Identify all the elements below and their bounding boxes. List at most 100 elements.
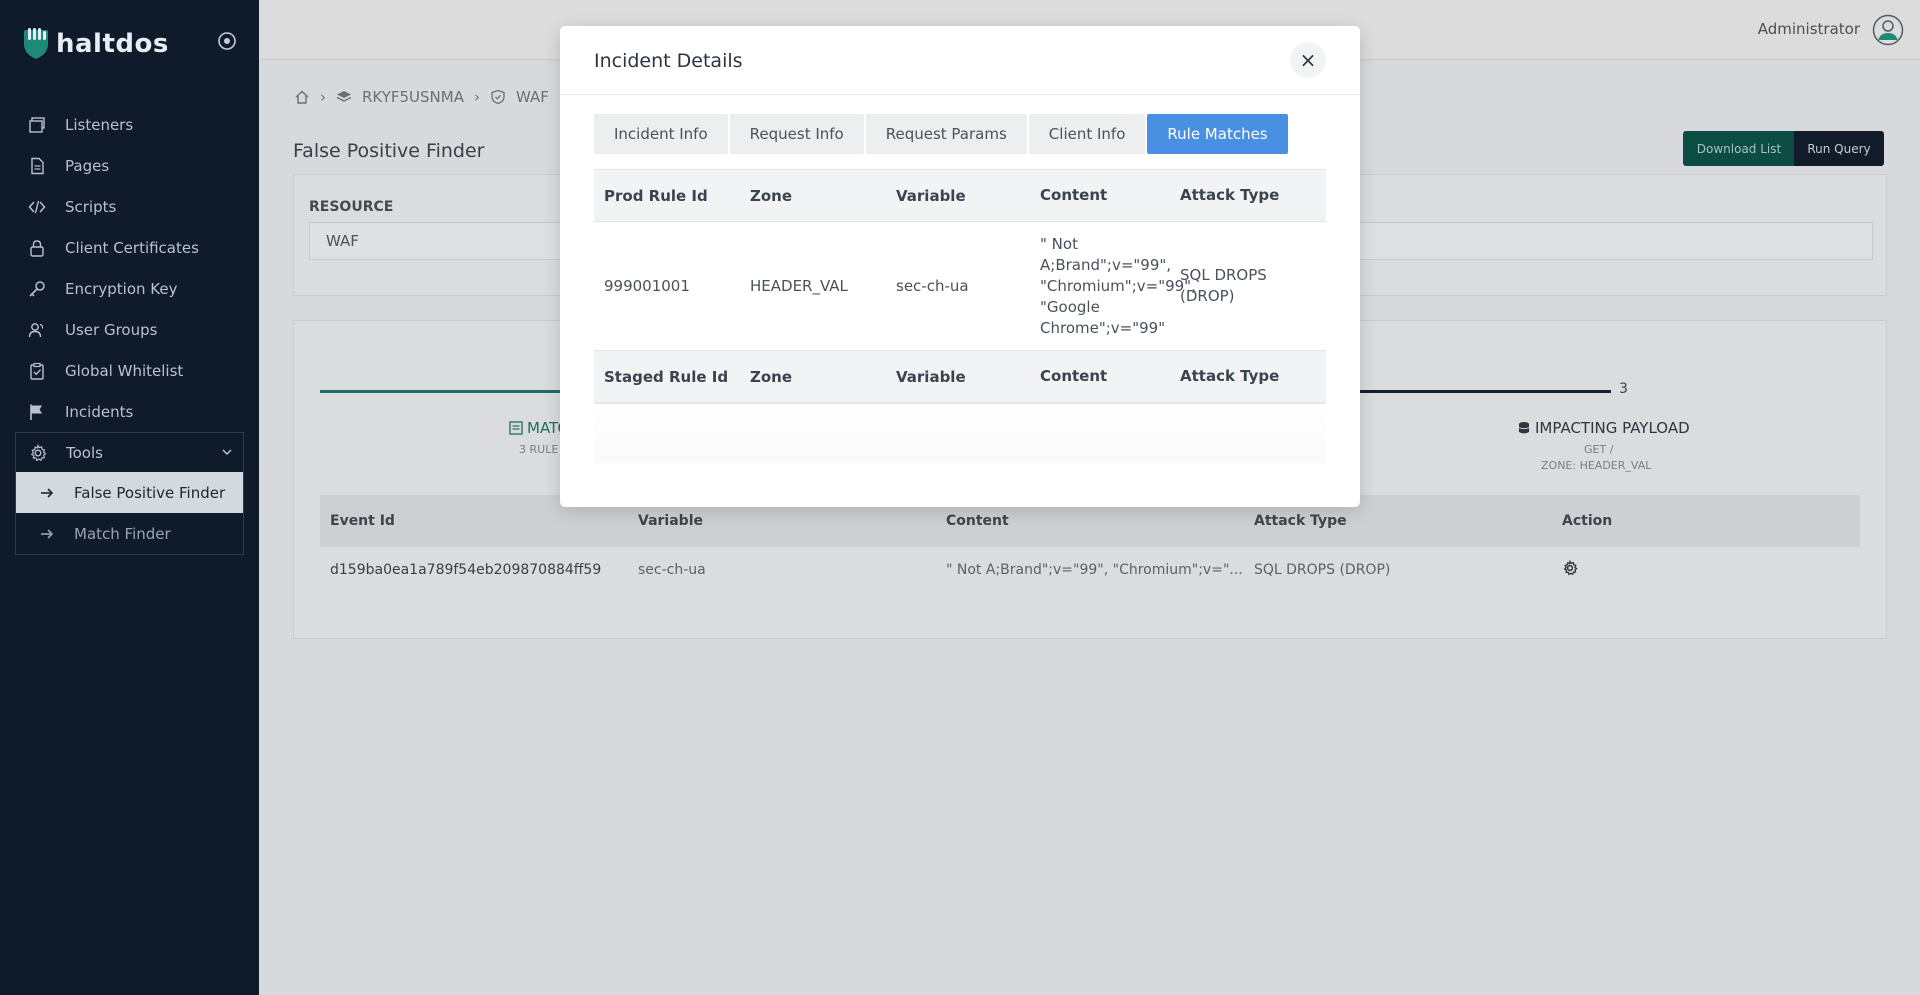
- page-title: False Positive Finder: [293, 140, 485, 162]
- step-number: 3: [1619, 381, 1628, 397]
- resource-label: RESOURCE: [309, 199, 394, 215]
- sidebar-item-user-groups[interactable]: User Groups: [15, 309, 244, 350]
- col-header: Event Id: [330, 513, 395, 529]
- sidebar-item-incidents[interactable]: Incidents: [15, 391, 244, 432]
- step-matches[interactable]: MATC: [509, 419, 568, 437]
- col-header: Variable: [896, 186, 966, 205]
- user-avatar-icon[interactable]: [1872, 14, 1904, 46]
- breadcrumb-item-cluster[interactable]: RKYF5USNMA: [362, 88, 464, 106]
- content-line: A;Brand";v="99",: [1040, 255, 1172, 274]
- flag-icon: [30, 404, 42, 420]
- sidebar-item-label: Tools: [66, 443, 103, 462]
- settings-gear-icon[interactable]: [1562, 559, 1578, 576]
- file-icon: [31, 157, 44, 174]
- gear-icon: [30, 443, 47, 461]
- sidebar-subitem-match-finder[interactable]: Match Finder: [16, 513, 243, 554]
- col-header: Content: [946, 513, 1009, 529]
- run-query-button[interactable]: Run Query: [1794, 131, 1884, 166]
- col-header: Attack Type: [1254, 513, 1347, 529]
- breadcrumb: › RKYF5USNMA › WAF: [294, 88, 549, 106]
- sidebar-item-listeners[interactable]: Listeners: [15, 104, 244, 145]
- database-icon: [1518, 422, 1530, 434]
- events-table: Event Id Variable Content Attack Type Ac…: [320, 495, 1860, 593]
- lock-icon: [30, 239, 44, 257]
- sidebar-item-pages[interactable]: Pages: [15, 145, 244, 186]
- step-impacting-payload[interactable]: IMPACTING PAYLOAD: [1517, 419, 1690, 437]
- content-line: "Chromium";v="99",: [1040, 276, 1196, 295]
- col-header: Content: [1040, 367, 1108, 385]
- window-stack-icon: [29, 116, 45, 133]
- col-header: Variable: [638, 513, 703, 529]
- step-impacting-method: GET /: [1584, 443, 1614, 456]
- key-icon: [29, 280, 45, 297]
- sidebar-item-global-whitelist[interactable]: Global Whitelist: [15, 350, 244, 391]
- user-name[interactable]: Administrator: [1758, 20, 1860, 38]
- download-list-button[interactable]: Download List: [1683, 131, 1795, 166]
- sidebar-tools-group: Tools False Positive Finder Match Finder: [15, 432, 244, 555]
- sidebar-item-label: User Groups: [65, 320, 158, 339]
- sidebar-subitem-false-positive-finder[interactable]: False Positive Finder: [16, 472, 243, 513]
- sidebar-item-client-certificates[interactable]: Client Certificates: [15, 227, 244, 268]
- sidebar-subitem-label: False Positive Finder: [74, 483, 226, 502]
- breadcrumb-item-waf[interactable]: WAF: [516, 88, 549, 106]
- sidebar-item-label: Scripts: [65, 197, 117, 216]
- tab-client-info[interactable]: Client Info: [1028, 114, 1146, 154]
- tab-rule-matches[interactable]: Rule Matches: [1147, 114, 1288, 154]
- sidebar-item-scripts[interactable]: Scripts: [15, 186, 244, 227]
- sidebar-item-label: Encryption Key: [65, 279, 178, 298]
- chevron-down-icon: [222, 449, 232, 456]
- step-impacting-label: IMPACTING PAYLOAD: [1535, 419, 1690, 437]
- sidebar-item-encryption-key[interactable]: Encryption Key: [15, 268, 244, 309]
- sidebar-item-label: Pages: [65, 156, 110, 175]
- table-row: d159ba0ea1a789f54eb209870884ff59 sec-ch-…: [320, 547, 1860, 593]
- breadcrumb-separator: ›: [320, 88, 326, 106]
- close-button[interactable]: ×: [1290, 42, 1326, 78]
- cell-variable: sec-ch-ua: [638, 562, 706, 578]
- cell-action: [1552, 559, 1860, 580]
- step-impacting-zone: ZONE: HEADER_VAL: [1541, 459, 1652, 472]
- brand[interactable]: haltdos: [22, 26, 169, 62]
- haltdos-logo-icon: [24, 28, 48, 59]
- content-line: "Google: [1040, 297, 1100, 316]
- table-row: 999001001 HEADER_VAL sec-ch-ua " Not A;B…: [594, 222, 1326, 350]
- sidebar-item-label: Listeners: [65, 115, 134, 134]
- cell-variable: sec-ch-ua: [896, 277, 969, 295]
- cell-rule-id: 999001001: [604, 277, 690, 295]
- cell-content: " Not A;Brand";v="99", "Chromium";v="99"…: [1032, 234, 1196, 339]
- tab-request-info[interactable]: Request Info: [729, 114, 864, 154]
- col-header: Prod Rule Id: [604, 186, 708, 205]
- col-header: Attack Type: [1180, 186, 1280, 204]
- arrow-right-icon: [41, 487, 54, 498]
- col-header: Zone: [750, 186, 793, 205]
- shield-icon: [491, 89, 505, 105]
- step-matches-sub: 3 RULE: [519, 443, 559, 456]
- sidebar-toggle-icon[interactable]: [216, 30, 238, 52]
- sidebar-item-tools[interactable]: Tools: [16, 433, 243, 472]
- cell-event-id: d159ba0ea1a789f54eb209870884ff59: [330, 562, 602, 578]
- cell-content: " Not A;Brand";v="99", "Chromium";v="...: [946, 562, 1243, 578]
- col-header: Zone: [750, 367, 793, 386]
- modal-tabs: Incident Info Request Info Request Param…: [594, 114, 1288, 154]
- sidebar-item-label: Global Whitelist: [65, 361, 184, 380]
- sidebar-item-label: Client Certificates: [65, 238, 199, 257]
- col-header: Staged Rule Id: [604, 367, 729, 386]
- code-icon: [28, 200, 46, 213]
- progress-line-left: [320, 390, 570, 393]
- tab-request-params[interactable]: Request Params: [865, 114, 1027, 154]
- attack-line: SQL DROPS: [1180, 266, 1267, 284]
- home-icon[interactable]: [294, 89, 310, 105]
- sidebar: haltdos Listeners Pages Scripts Client C…: [0, 0, 259, 995]
- breadcrumb-separator: ›: [473, 88, 480, 106]
- rule-matches-table: Prod Rule Id Zone Variable Content Attac…: [594, 169, 1326, 463]
- tab-incident-info[interactable]: Incident Info: [594, 114, 728, 154]
- users-icon: [28, 322, 44, 337]
- arrow-right-icon: [41, 528, 54, 539]
- col-header: Action: [1562, 513, 1613, 529]
- list-icon: [509, 421, 523, 435]
- cell-attack-type: SQL DROPS (DROP): [1254, 562, 1391, 578]
- cell-attack-type: SQL DROPS (DROP): [1178, 265, 1326, 307]
- cell-zone: HEADER_VAL: [750, 277, 848, 295]
- col-header: Attack Type: [1180, 367, 1280, 385]
- modal-title: Incident Details: [594, 50, 743, 72]
- sidebar-subitem-label: Match Finder: [74, 524, 171, 543]
